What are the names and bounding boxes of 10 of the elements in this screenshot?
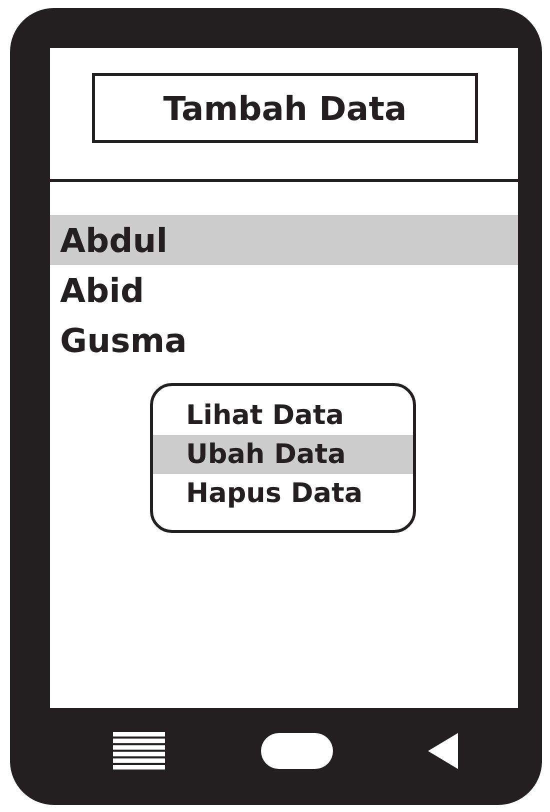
back-icon[interactable]	[428, 732, 458, 768]
menu-item[interactable]: Ubah Data	[153, 435, 413, 474]
add-data-button[interactable]: Tambah Data	[92, 73, 478, 143]
list-item[interactable]: Abdul	[50, 215, 518, 265]
menu-icon[interactable]	[113, 732, 165, 770]
list-item[interactable]: Abid	[50, 265, 518, 315]
menu-item[interactable]: Lihat Data	[153, 396, 413, 435]
home-button[interactable]	[260, 732, 332, 768]
menu-item[interactable]: Hapus Data	[153, 474, 413, 513]
list-item[interactable]: Gusma	[50, 315, 518, 365]
